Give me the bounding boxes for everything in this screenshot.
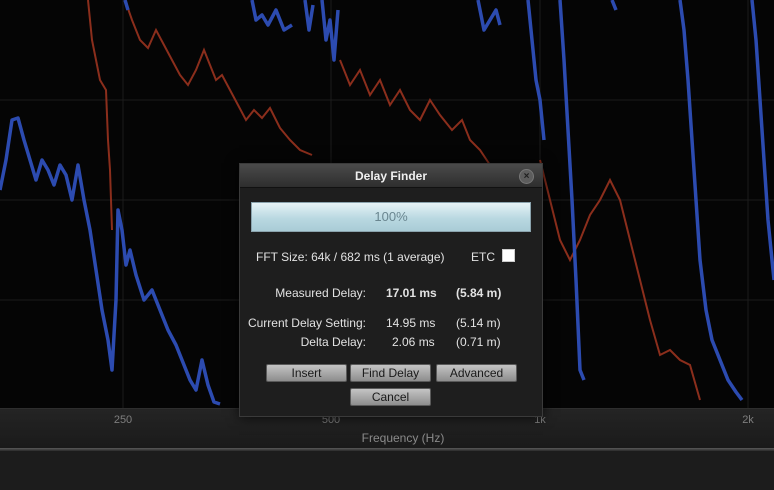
insert-button[interactable]: Insert — [266, 364, 347, 382]
current-delay-label: Current Delay Setting: — [247, 316, 366, 330]
cancel-button[interactable]: Cancel — [350, 388, 431, 406]
delay-finder-dialog: Delay Finder × 100% FFT Size: 64k / 682 … — [239, 163, 543, 417]
current-delay-m: (5.14 m) — [456, 316, 501, 330]
advanced-button[interactable]: Advanced — [436, 364, 517, 382]
etc-label: ETC — [471, 250, 495, 264]
fft-size-label: FFT Size: 64k / 682 ms (1 average) — [256, 250, 445, 264]
dialog-titlebar[interactable]: Delay Finder × — [240, 164, 542, 188]
delta-delay-m: (0.71 m) — [456, 335, 501, 349]
dialog-title: Delay Finder — [354, 169, 428, 183]
delta-delay-label: Delta Delay: — [300, 335, 366, 349]
current-delay-ms: 14.95 ms — [386, 316, 436, 330]
divider — [0, 448, 774, 451]
progress-label: 100% — [374, 209, 408, 224]
progress-bar: 100% — [251, 202, 531, 232]
delta-delay-ms: 2.06 ms — [392, 335, 435, 349]
measured-delay-label: Measured Delay: — [275, 286, 366, 300]
axis-title: Frequency (Hz) — [361, 431, 445, 445]
measured-delay-ms: 17.01 ms — [386, 286, 437, 300]
tick-label-2k: 2k — [742, 414, 754, 426]
tick-label-250: 250 — [113, 414, 133, 426]
measured-delay-m: (5.84 m) — [456, 286, 502, 300]
find-delay-button[interactable]: Find Delay — [350, 364, 431, 382]
etc-checkbox[interactable] — [502, 249, 515, 262]
close-icon[interactable]: × — [519, 169, 534, 184]
bottom-panel — [0, 448, 774, 490]
